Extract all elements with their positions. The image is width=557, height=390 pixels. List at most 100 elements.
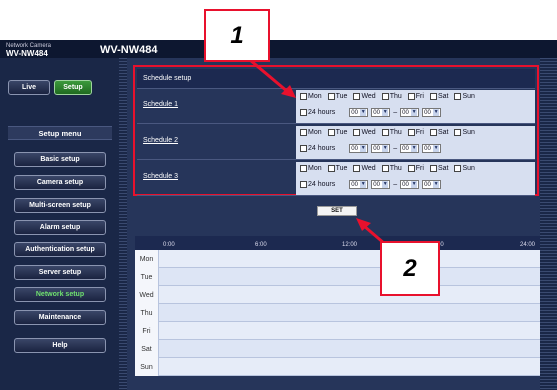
timeline-row: Thu [135,304,540,322]
all-day-checkbox[interactable]: 24 hours [300,145,335,152]
checkbox[interactable] [353,165,361,172]
checkbox[interactable] [327,165,335,172]
time-select-start-min[interactable]: 00 ▼ [371,144,391,153]
checkbox[interactable] [429,93,437,100]
checkbox[interactable] [381,129,389,136]
timeline-day-label: Sat [135,340,159,358]
time-select-end-hour[interactable]: 00 ▼ [400,108,420,117]
schedule-setup-panel: Schedule setup Schedule 1 Mon Tue Wed Thu Fri… [133,65,539,196]
time-select-end-hour[interactable]: 00 ▼ [400,180,420,189]
schedule-link[interactable]: Schedule 1 [143,101,178,108]
chevron-down-icon: ▼ [360,181,367,188]
day-checkbox-fri[interactable]: Fri [407,129,424,136]
day-checkbox-wed[interactable]: Wed [353,165,376,172]
time-select-start-min[interactable]: 00 ▼ [371,108,391,117]
day-checkbox-tue[interactable]: Tue [327,93,347,100]
timeline-day-label: Tue [135,268,159,286]
day-checkbox-tue[interactable]: Tue [327,129,347,136]
checkbox[interactable] [407,129,415,136]
checkbox[interactable] [300,109,307,116]
checkbox[interactable] [353,129,361,136]
time-select-end-min[interactable]: 00 ▼ [422,108,442,117]
day-checkbox-sat[interactable]: Sat [429,129,448,136]
range-dash: – [393,109,398,116]
menu-maintenance[interactable]: Maintenance [14,310,106,325]
chevron-down-icon: ▼ [411,181,418,188]
day-checkbox-sun[interactable]: Sun [454,93,475,100]
checkbox[interactable] [300,181,307,188]
checkbox[interactable] [407,165,415,172]
checkbox[interactable] [407,93,415,100]
checkbox[interactable] [454,93,462,100]
checkbox[interactable] [300,165,307,172]
checkbox[interactable] [300,93,307,100]
chevron-down-icon: ▼ [360,109,367,116]
timeline-day-label: Sun [135,358,159,376]
day-checkbox-fri[interactable]: Fri [407,93,424,100]
day-checkbox-sun[interactable]: Sun [454,165,475,172]
all-day-checkbox[interactable]: 24 hours [300,181,335,188]
day-checkbox-mon[interactable]: Mon [300,129,322,136]
checkbox[interactable] [300,145,307,152]
time-select-end-min[interactable]: 00 ▼ [422,144,442,153]
checkbox[interactable] [429,129,437,136]
select-value: 00 [424,145,431,152]
chevron-down-icon: ▼ [382,145,389,152]
day-checkbox-thu[interactable]: Thu [381,93,402,100]
timeline-row: Mon [135,250,540,268]
day-checkbox-thu[interactable]: Thu [381,129,402,136]
day-checkbox-wed[interactable]: Wed [353,129,376,136]
time-select-start-hour[interactable]: 00 ▼ [349,180,369,189]
day-checkbox-tue[interactable]: Tue [327,165,347,172]
day-checkbox-sat[interactable]: Sat [429,93,448,100]
checkbox[interactable] [353,93,361,100]
menu-multi-screen-setup[interactable]: Multi-screen setup [14,198,106,213]
checkbox[interactable] [381,165,389,172]
menu-alarm-setup[interactable]: Alarm setup [14,220,106,235]
checkbox[interactable] [300,129,307,136]
setup-button[interactable]: Setup [54,80,92,95]
day-checkbox-sat[interactable]: Sat [429,165,448,172]
menu-server-setup[interactable]: Server setup [14,265,106,280]
day-checkbox-fri[interactable]: Fri [407,165,424,172]
day-label: Thu [389,165,402,172]
day-checkbox-mon[interactable]: Mon [300,165,322,172]
checkbox[interactable] [429,165,437,172]
setup-menu-title: Setup menu [8,126,112,140]
select-value: 00 [402,181,409,188]
day-checkbox-mon[interactable]: Mon [300,93,322,100]
all-day-checkbox[interactable]: 24 hours [300,109,335,116]
checkbox[interactable] [327,93,335,100]
schedule-row: Schedule 3 Mon Tue Wed Thu Fri Sat Sun 24 hours 0… [137,161,535,196]
time-select-end-min[interactable]: 00 ▼ [422,180,442,189]
day-checkbox-thu[interactable]: Thu [381,165,402,172]
all-day-label: 24 hours [308,109,336,116]
set-button[interactable]: SET [317,206,357,216]
time-select-start-hour[interactable]: 00 ▼ [349,108,369,117]
live-button[interactable]: Live [8,80,50,95]
day-checkbox-wed[interactable]: Wed [353,93,376,100]
time-select-end-hour[interactable]: 00 ▼ [400,144,420,153]
schedule-link[interactable]: Schedule 3 [143,173,178,180]
checkbox[interactable] [327,129,335,136]
select-value: 00 [373,181,380,188]
day-checkbox-sun[interactable]: Sun [454,129,475,136]
schedule-link[interactable]: Schedule 2 [143,137,178,144]
time-select-start-min[interactable]: 00 ▼ [371,180,391,189]
menu-authentication-setup[interactable]: Authentication setup [14,242,106,257]
camera-model: WV-NW484 [6,49,48,58]
checkbox[interactable] [381,93,389,100]
checkbox[interactable] [454,165,462,172]
time-select-start-hour[interactable]: 00 ▼ [349,144,369,153]
select-value: 00 [351,145,358,152]
timeline-row: Sat [135,340,540,358]
day-label: Wed [361,129,376,136]
menu-network-setup[interactable]: Network setup [14,287,106,302]
chevron-down-icon: ▼ [411,145,418,152]
callout-1: 1 [204,9,270,62]
menu-help[interactable]: Help [14,338,106,353]
time-range: 24 hours 00 ▼ 00 ▼ –00 ▼ 00 ▼ [300,180,442,189]
menu-basic-setup[interactable]: Basic setup [14,152,106,167]
menu-camera-setup[interactable]: Camera setup [14,175,106,190]
checkbox[interactable] [454,129,462,136]
